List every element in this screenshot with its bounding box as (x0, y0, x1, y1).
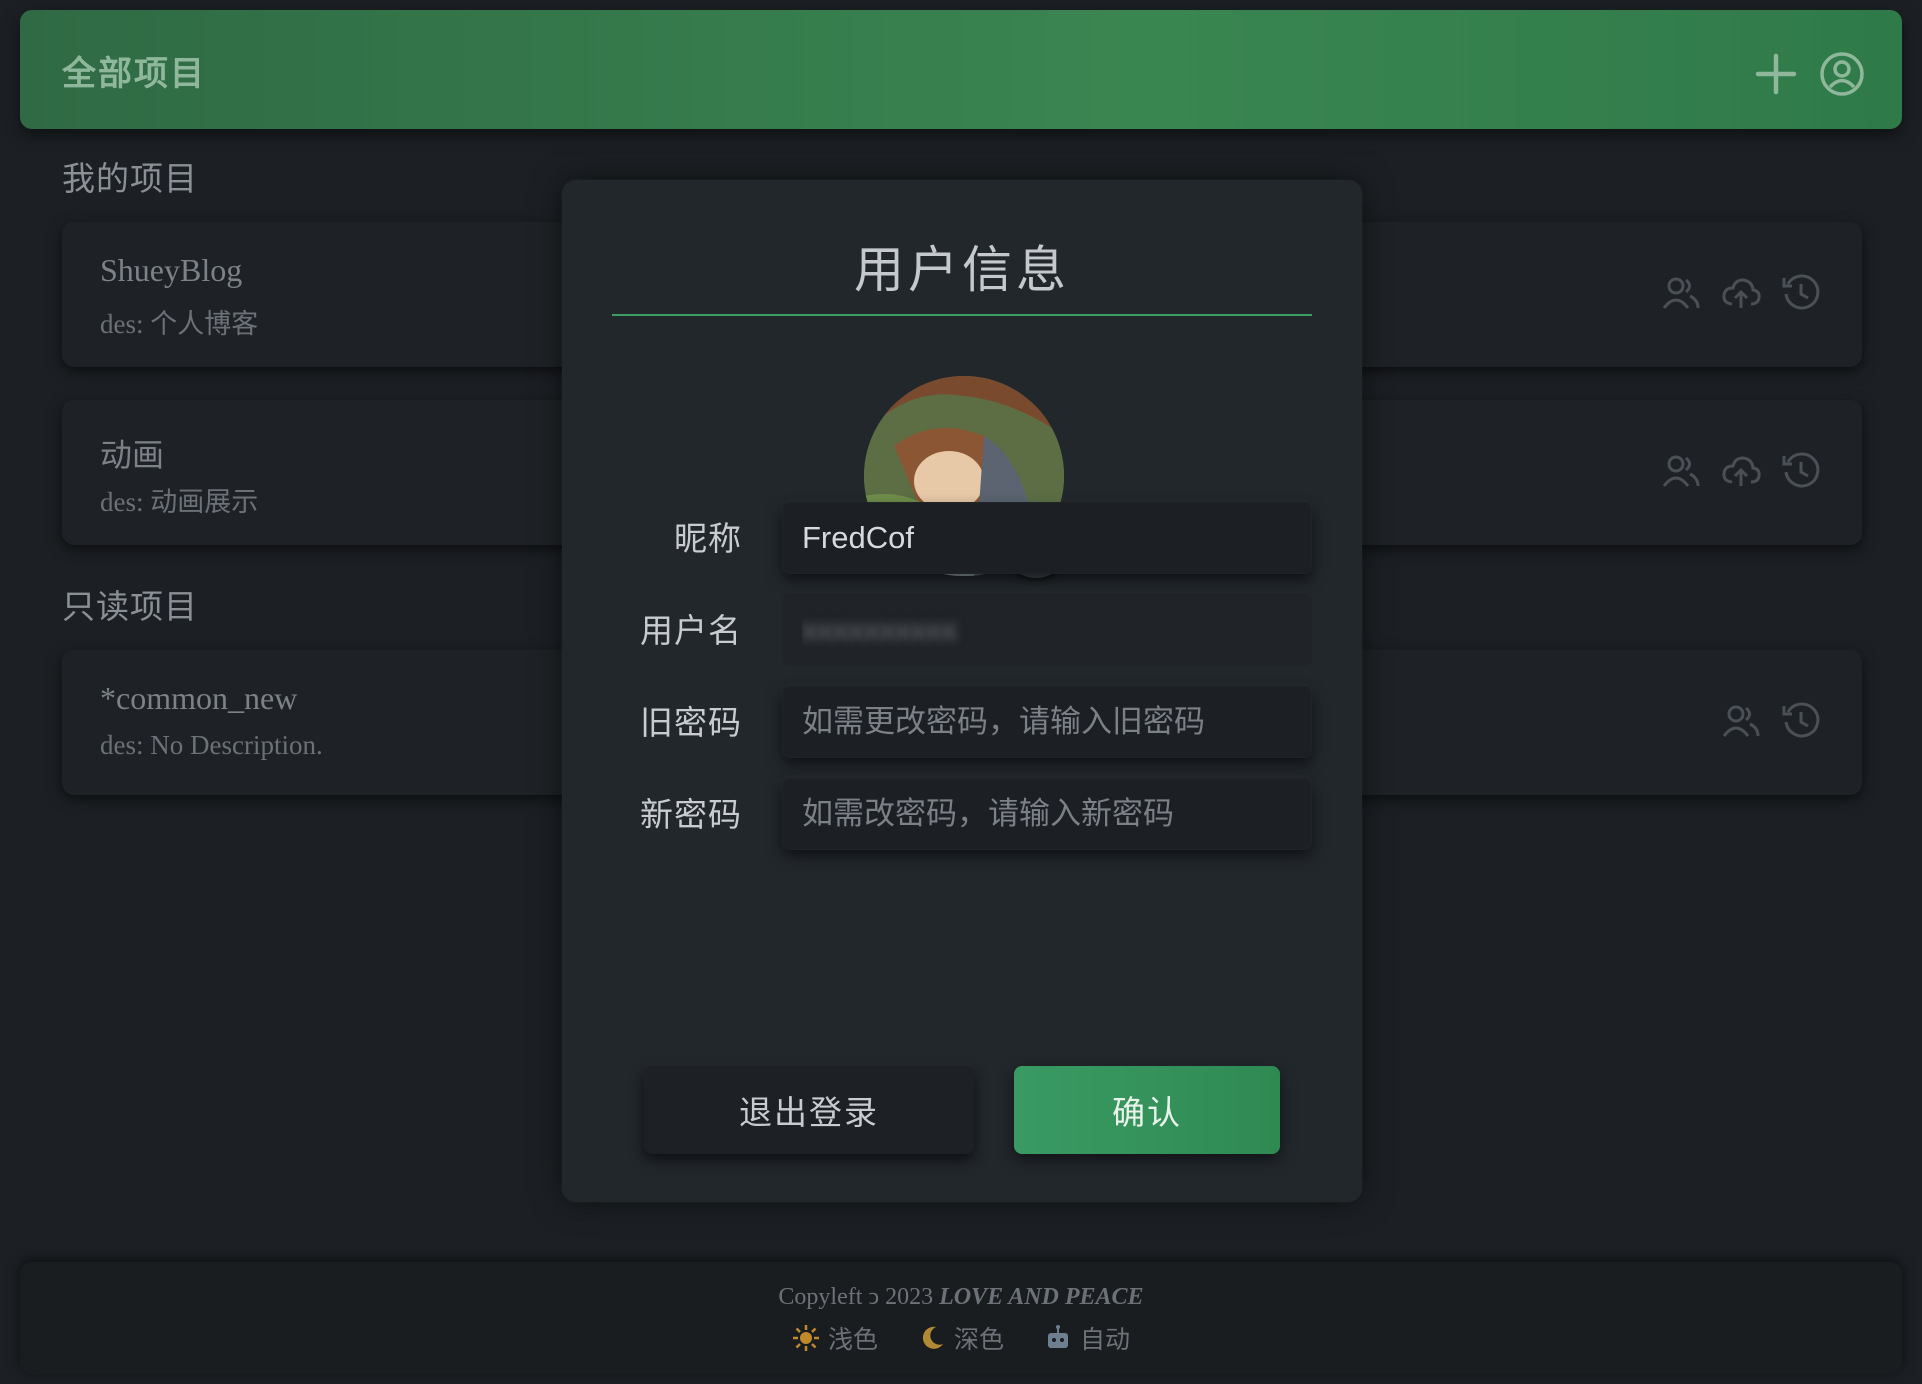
footer: Copyleft ↄ 2023 LOVE AND PEACE 浅色 深色 自动 (20, 1262, 1902, 1374)
theme-auto-label: 自动 (1080, 1326, 1131, 1354)
page-title: 全部项目 (62, 55, 206, 93)
project-name: 动画 (100, 437, 165, 473)
history-icon[interactable] (1780, 450, 1822, 492)
moon-icon (918, 1324, 946, 1352)
confirm-button[interactable]: 确认 (1014, 1066, 1280, 1154)
title-divider (612, 314, 1312, 316)
user-circle-icon[interactable] (1818, 50, 1866, 98)
plus-icon[interactable] (1752, 50, 1800, 98)
copyleft-text: Copyleft ↄ 2023 LOVE AND PEACE (20, 1284, 1902, 1311)
old-password-input[interactable] (782, 686, 1312, 758)
project-name: ShueyBlog (100, 252, 243, 288)
theme-switcher: 浅色 深色 自动 (20, 1320, 1902, 1356)
project-description: des: 动画展示 (100, 487, 259, 517)
cloud-upload-icon[interactable] (1720, 272, 1762, 314)
history-icon[interactable] (1780, 700, 1822, 742)
cloud-upload-icon[interactable] (1720, 450, 1762, 492)
copyleft-word: Copyleft (778, 1284, 869, 1310)
members-icon[interactable] (1660, 450, 1702, 492)
username-label: 用户名 (640, 612, 742, 649)
top-header-bar: 全部项目 (20, 10, 1902, 129)
project-description: des: 个人博客 (100, 309, 259, 339)
section-title-readonly-projects: 只读项目 (62, 588, 198, 625)
members-icon[interactable] (1660, 272, 1702, 314)
copyleft-year: 2023 (879, 1284, 940, 1310)
modal-title: 用户信息 (854, 242, 1070, 298)
username-input (782, 594, 1312, 666)
project-description: des: No Description. (100, 730, 323, 760)
history-icon[interactable] (1780, 272, 1822, 314)
motto: LOVE AND PEACE (939, 1284, 1144, 1310)
nickname-label-text: 昵称 (674, 520, 742, 557)
robot-icon (1044, 1324, 1072, 1352)
new-password-input[interactable] (782, 778, 1312, 850)
project-name: *common_new (100, 680, 298, 716)
theme-light-option[interactable]: 浅色 (792, 1320, 878, 1356)
members-icon[interactable] (1720, 700, 1762, 742)
new-password-label: 新密码 (640, 796, 742, 833)
theme-light-label: 浅色 (827, 1326, 878, 1354)
user-info-modal: 用户信息 昵称 用户名 旧密码 新密码 退出登录 确认 (562, 180, 1362, 1202)
theme-dark-label: 深色 (953, 1326, 1004, 1354)
section-title-my-projects: 我的项目 (62, 160, 198, 197)
theme-auto-option[interactable]: 自动 (1044, 1320, 1130, 1356)
old-password-label: 旧密码 (640, 704, 742, 741)
copyleft-symbol: ↄ (868, 1284, 880, 1310)
sun-icon (792, 1324, 820, 1352)
nickname-input[interactable] (782, 502, 1312, 574)
logout-button[interactable]: 退出登录 (644, 1066, 974, 1154)
theme-dark-option[interactable]: 深色 (918, 1320, 1004, 1356)
